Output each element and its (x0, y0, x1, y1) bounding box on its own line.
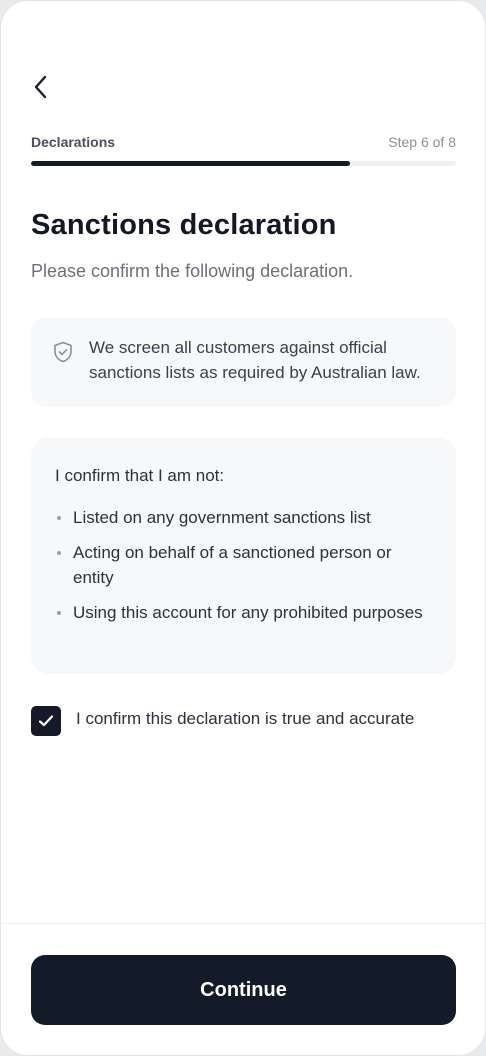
declaration-item-text: Acting on behalf of a sanctioned person … (73, 543, 392, 587)
continue-button[interactable]: Continue (31, 955, 456, 1025)
declaration-item: Listed on any government sanctions list (55, 505, 432, 530)
bullet-dot (57, 516, 61, 520)
app-screen: Declarations Step 6 of 8 Sanctions decla… (0, 0, 486, 1056)
progress-header: Declarations Step 6 of 8 (31, 134, 456, 150)
confirm-checkbox[interactable] (31, 706, 61, 736)
info-text: We screen all customers against official… (89, 338, 421, 382)
progress-bar-fill (31, 161, 350, 166)
progress-label: Declarations (31, 134, 116, 150)
progress-step-text: Step 6 of 8 (388, 134, 456, 150)
footer-divider (1, 923, 485, 924)
declaration-list: Listed on any government sanctions list … (55, 505, 432, 625)
page-title: Sanctions declaration (31, 209, 337, 241)
confirm-checkbox-row[interactable]: I confirm this declaration is true and a… (31, 706, 414, 736)
back-button[interactable] (31, 71, 63, 103)
declaration-item-text: Listed on any government sanctions list (73, 508, 371, 527)
shield-check-icon (54, 341, 72, 363)
confirm-label[interactable]: I confirm this declaration is true and a… (76, 709, 414, 729)
chevron-left-icon (34, 75, 47, 99)
checkmark-icon (38, 715, 54, 727)
declaration-item: Acting on behalf of a sanctioned person … (55, 540, 432, 590)
info-banner: We screen all customers against official… (31, 317, 456, 407)
declaration-item-text: Using this account for any prohibited pu… (73, 603, 423, 622)
declaration-item: Using this account for any prohibited pu… (55, 600, 432, 625)
bullet-dot (57, 551, 61, 555)
declaration-card: I confirm that I am not: Listed on any g… (31, 437, 456, 674)
bullet-dot (57, 611, 61, 615)
declaration-intro: I confirm that I am not: (55, 466, 225, 485)
progress-bar (31, 161, 456, 166)
page-subtitle: Please confirm the following declaration… (31, 261, 354, 281)
